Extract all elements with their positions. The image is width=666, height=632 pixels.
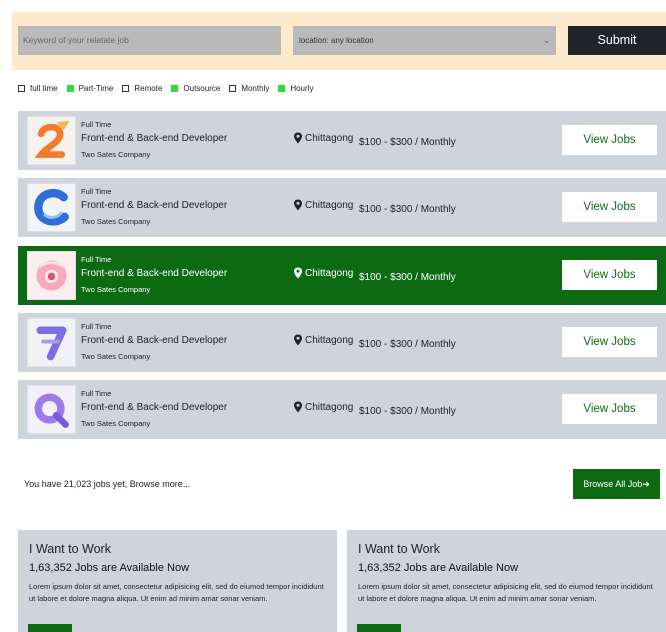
job-title: Front-end & Back-end Developer [81,335,228,346]
location-pin-icon [294,401,302,413]
location-text: Chittagong [305,132,354,144]
location-text: Chittagong [305,334,354,346]
location-text: Chittagong [305,401,354,413]
job-row-highlighted: Full Time Front-end & Back-end Developer… [18,246,666,305]
filter-checkbox[interactable] [122,84,130,92]
filter-label: Outsource [183,83,221,93]
card-subheading: 1,63,352 Jobs are Available Now [358,562,519,574]
filter-checkbox[interactable] [278,84,286,92]
job-salary: $100 - $300 / Monthly [359,339,456,350]
location-pin-icon [294,267,302,279]
job-location: Chittagong [293,401,353,413]
job-row: Full Time Front-end & Back-end Developer… [18,313,666,372]
job-row: Full Time Front-end & Back-end Developer… [18,178,666,237]
browse-label: Browse All Job [583,479,643,489]
keyword-input[interactable]: Keyword of your relatate job [18,26,281,55]
card-description: Lorem ipsum dolor sit amet, consectetur … [29,582,324,603]
job-location: Chittagong [293,267,353,279]
card-subheading: 1,63,352 Jobs are Available Now [29,562,190,574]
filter-monthly[interactable]: Monthly [229,84,269,93]
arrow-right-icon: ➜ [642,479,650,489]
job-type: Full Time [81,120,112,129]
view-jobs-button[interactable]: View Jobs [562,327,657,357]
company-name: Two Sates Company [81,285,151,294]
job-type: Full Time [81,255,112,264]
letter-c-logo [27,183,76,232]
location-text: Chittagong [305,267,354,279]
company-name: Two Sates Company [81,419,151,428]
filter-label: full time [30,83,58,93]
letter-q-logo [27,385,76,434]
job-location: Chittagong [293,334,353,346]
job-row: Full Time Front-end & Back-end Developer… [18,380,666,439]
card-description: Lorem ipsum dolor sit amet, consectetur … [358,582,653,603]
company-name: Two Sates Company [81,150,151,159]
number-2-logo [27,116,76,165]
filter-checkbox[interactable] [229,84,237,92]
view-jobs-button[interactable]: View Jobs [562,260,657,290]
filter-checkbox[interactable] [171,84,179,92]
job-title: Front-end & Back-end Developer [81,402,228,413]
job-salary: $100 - $300 / Monthly [359,204,456,215]
work-card: I Want to Work 1,63,352 Jobs are Availab… [18,530,337,632]
filter-remote[interactable]: Remote [122,84,162,93]
card-heading: I Want to Work [358,542,440,556]
filter-label: Monthly [241,83,270,93]
search-bar: Keyword of your relatate job location: a… [12,12,666,70]
location-select-value: location: any location [299,36,374,45]
job-title: Front-end & Back-end Developer [81,268,228,279]
job-filters: full time Part-Time Remote Outsource Mon… [18,82,322,94]
card-action-button[interactable] [357,624,401,632]
filter-full-time[interactable]: full time [18,84,58,93]
job-location: Chittagong [293,132,353,144]
job-salary: $100 - $300 / Monthly [359,272,456,283]
submit-button[interactable]: Submit [568,26,666,55]
location-pin-icon [294,199,302,211]
view-jobs-button[interactable]: View Jobs [562,192,657,222]
job-salary: $100 - $300 / Monthly [359,406,456,417]
filter-label: Hourly [290,83,314,93]
filter-label: Part-Time [78,83,114,93]
location-pin-icon [294,132,302,144]
job-type: Full Time [81,389,112,398]
location-select[interactable]: location: any location ⌄ [293,26,556,55]
filter-checkbox[interactable] [66,84,74,92]
pink-ring-logo [27,251,76,300]
job-salary: $100 - $300 / Monthly [359,137,456,148]
view-jobs-button[interactable]: View Jobs [562,125,657,155]
browse-all-jobs-button[interactable]: Browse All Job➜ [573,469,660,499]
chevron-down-icon: ⌄ [543,36,550,45]
location-pin-icon [294,334,302,346]
card-heading: I Want to Work [29,542,111,556]
work-card: I Want to Work 1,63,352 Jobs are Availab… [347,530,666,632]
view-jobs-button[interactable]: View Jobs [562,394,657,424]
filter-checkbox[interactable] [18,84,25,92]
job-row: Full Time Front-end & Back-end Developer… [18,111,666,170]
job-location: Chittagong [293,199,353,211]
job-type: Full Time [81,322,112,331]
filter-label: Remote [134,83,163,93]
jobs-count-text: You have 21,023 jobs yet, Browse more... [24,479,191,489]
job-type: Full Time [81,187,112,196]
card-action-button[interactable] [28,624,72,632]
filter-outsource[interactable]: Outsource [171,84,220,93]
location-text: Chittagong [305,199,354,211]
job-title: Front-end & Back-end Developer [81,200,228,211]
filter-part-time[interactable]: Part-Time [66,83,114,93]
filter-hourly[interactable]: Hourly [278,84,313,93]
job-title: Front-end & Back-end Developer [81,133,228,144]
company-name: Two Sates Company [81,217,151,226]
number-7-logo [27,318,76,367]
company-name: Two Sates Company [81,352,151,361]
